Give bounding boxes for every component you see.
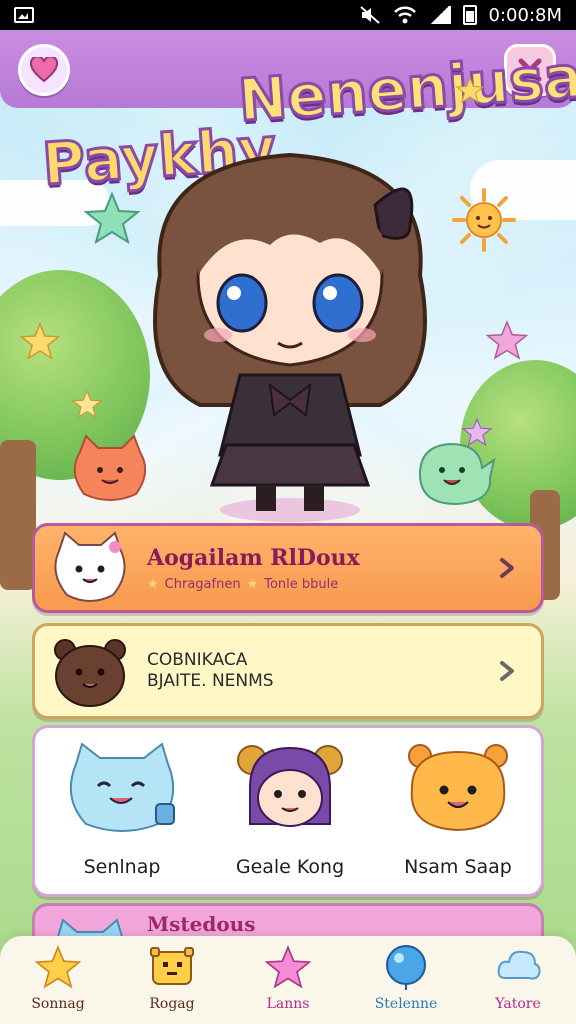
nav-label: Rogag	[149, 996, 195, 1012]
cloud-icon	[497, 950, 541, 980]
gallery-notification-icon	[14, 7, 34, 23]
bottom-navigation: Sonnag Rogag Lanns Stelenne Yatore	[0, 936, 576, 1024]
chevron-right-icon	[493, 657, 521, 685]
featured-card[interactable]: Aogailam RlDoux ★ Chragafnen ★ Tonle bbu…	[32, 523, 544, 613]
characters-panel: Senlnap Geale Kong Nsam Saap	[32, 725, 544, 897]
brown-bear-avatar-icon	[54, 639, 126, 707]
nav-label: Sonnag	[31, 996, 85, 1012]
status-time: 0:00:8M	[488, 4, 562, 26]
signal-icon	[428, 6, 451, 24]
white-cat-avatar-icon	[54, 531, 126, 602]
secondary-card[interactable]: COBNIKACA BJAITE. NENMS	[32, 623, 544, 719]
battery-icon	[462, 5, 477, 25]
more-card-title: Mstedous	[147, 912, 256, 936]
star-decoration-icon	[20, 322, 60, 360]
secondary-card-text: COBNIKACA BJAITE. NENMS	[147, 650, 274, 693]
wifi-icon	[393, 6, 416, 24]
star-decoration-icon	[486, 320, 528, 360]
nav-label: Stelenne	[374, 996, 438, 1012]
featured-subtitle-left: Chragafnen	[164, 576, 241, 592]
sun-icon	[452, 188, 516, 252]
featured-subtitle-right: Tonle bbule	[264, 576, 339, 592]
nav-item[interactable]: Lanns	[238, 940, 338, 1020]
hero-character-illustration	[153, 152, 427, 522]
character-name: Nsam Saap	[404, 856, 512, 878]
star-icon	[35, 945, 81, 989]
star-decoration-icon	[456, 76, 484, 104]
featured-card-subtitle: ★ Chragafnen ★ Tonle bbule	[147, 577, 360, 592]
chevron-right-icon	[493, 554, 521, 582]
star-decoration-icon	[72, 390, 102, 418]
nav-item[interactable]: Stelenne	[356, 940, 456, 1020]
featured-card-text: Aogailam RlDoux ★ Chragafnen ★ Tonle bbu…	[147, 545, 360, 592]
star-small-icon: ★	[246, 576, 259, 592]
app-screen: Paykhy Nenenjusa! Aogailam RlDoux ★ Chra…	[0, 30, 576, 1024]
blue-cat-avatar-icon	[69, 742, 175, 832]
character-name: Senlnap	[83, 856, 161, 878]
featured-card-title: Aogailam RlDoux	[147, 544, 360, 571]
title-line2: Nenenjusa!	[235, 39, 576, 136]
balloon-icon	[386, 945, 426, 990]
nav-item[interactable]: Yatore	[468, 940, 568, 1020]
star-small-icon: ★	[147, 576, 159, 592]
nav-item[interactable]: Sonnag	[8, 940, 108, 1020]
nav-label: Lanns	[266, 996, 310, 1012]
purple-girl-avatar-icon	[237, 745, 343, 827]
more-card-text: Mstedous	[147, 912, 256, 936]
character-name: Geale Kong	[235, 856, 345, 878]
orange-blob-avatar-icon	[408, 744, 508, 832]
character-card[interactable]: Nsam Saap	[383, 738, 533, 888]
character-card[interactable]: Geale Kong	[215, 738, 365, 888]
robot-icon	[150, 947, 194, 985]
character-card[interactable]: Senlnap	[47, 738, 197, 888]
nav-label: Yatore	[495, 996, 541, 1012]
secondary-card-line2: BJAITE. NENMS	[147, 671, 274, 691]
secondary-card-line1: COBNIKACA	[147, 649, 248, 670]
mute-icon	[359, 6, 380, 24]
status-bar: 0:00:8M	[0, 0, 576, 30]
nav-item[interactable]: Rogag	[122, 940, 222, 1020]
pink-star-icon	[265, 945, 311, 989]
